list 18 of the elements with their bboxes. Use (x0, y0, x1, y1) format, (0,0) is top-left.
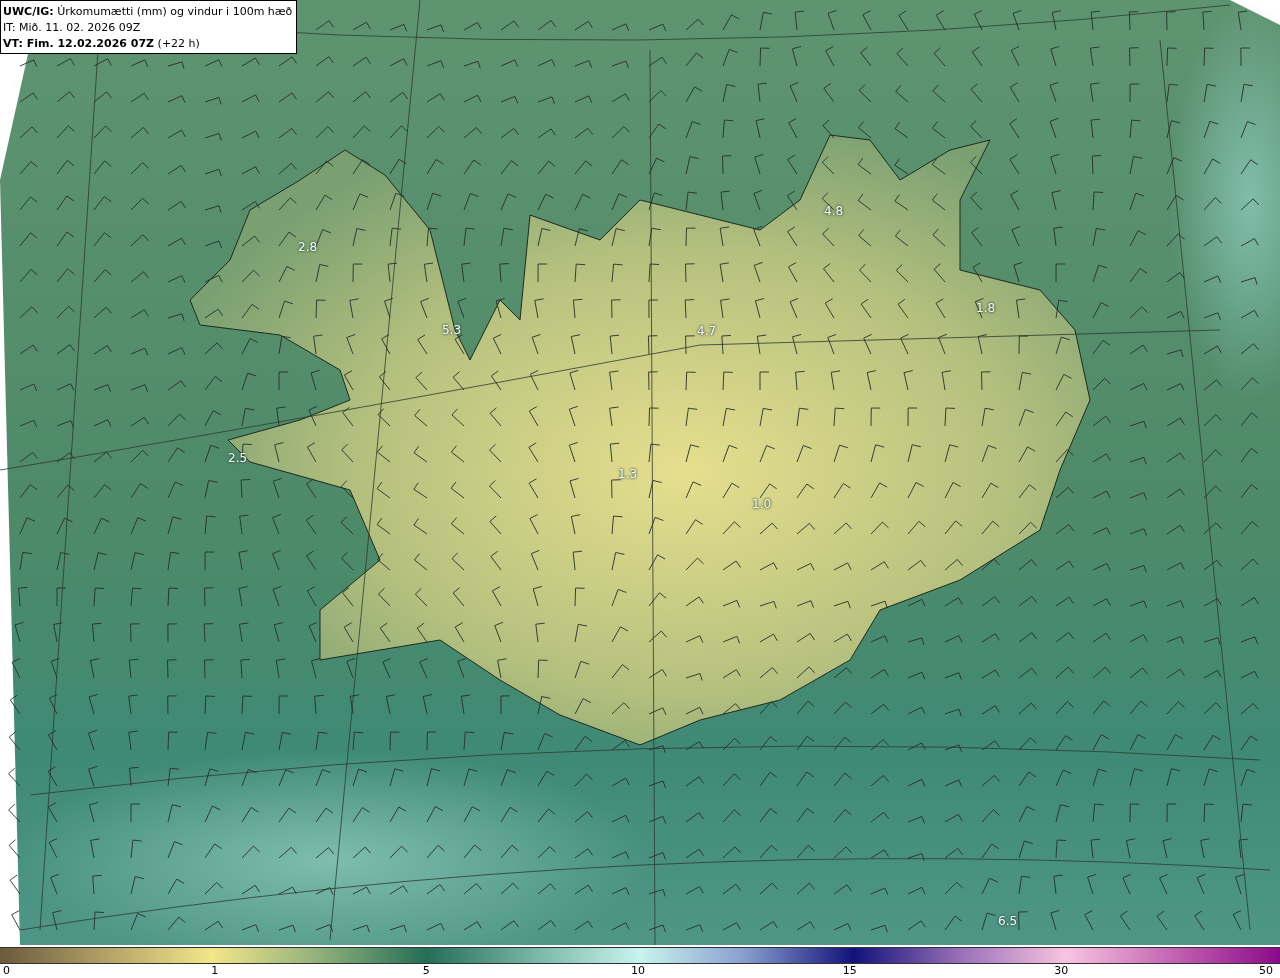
scale-tick-label: 15 (842, 965, 857, 977)
scale-tick-label: 5 (422, 965, 430, 977)
map-value-label: 1.3 (618, 467, 638, 481)
map-title: UWC/IG: Úrkomumætti (mm) og vindur i 100m hæð (3, 4, 293, 19)
scale-tick-label: 1 (211, 965, 219, 977)
scale-tick-label: 0 (3, 965, 10, 977)
map-value-label: 1.0 (752, 497, 772, 511)
map-value-label: 2.5 (228, 451, 248, 465)
scale-tick-label: 30 (1054, 965, 1069, 977)
scale-tick-label: 50 (1259, 965, 1273, 977)
map-value-label: 4.7 (697, 324, 717, 338)
scale-tick-label: 10 (631, 965, 645, 977)
valid-time: VT: Fim. 12.02.2026 07Z (+22 h) (3, 36, 201, 51)
map-value-label: 2.8 (298, 240, 318, 254)
map-value-label: 4.8 (824, 204, 844, 218)
map-value-label: 6.5 (998, 914, 1018, 928)
issue-time: IT: Mið. 11. 02. 2026 09Z (3, 20, 142, 35)
map-value-label: 1.8 (976, 301, 996, 315)
